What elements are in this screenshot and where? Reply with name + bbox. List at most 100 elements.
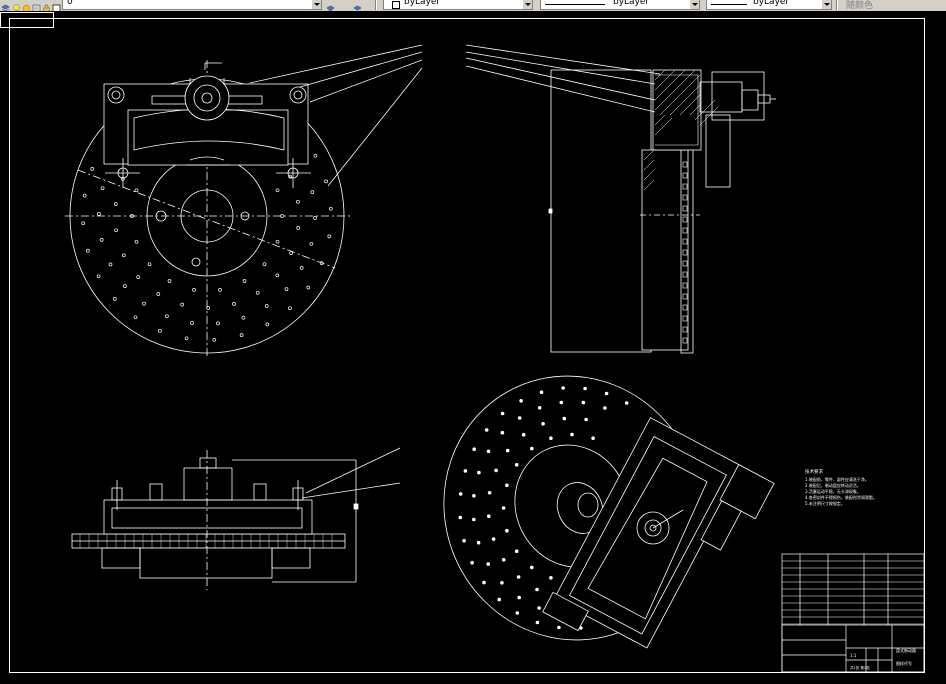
vent-hole (113, 202, 118, 206)
title-block-name: 盘式制动器 (896, 647, 916, 653)
vent-hole (133, 315, 138, 320)
vent-hole (561, 386, 565, 390)
drawing-canvas[interactable]: 技术要求 1.装配前，零件、部件应清洗干净。 2.装配后，制动盘应转动灵活。 3… (0, 11, 946, 679)
vent-hole (86, 248, 90, 253)
vent-hole (299, 266, 304, 270)
top-right-section-view (465, 44, 776, 354)
toolbar-separator (836, 0, 838, 10)
disc-side-profile (550, 69, 652, 353)
vent-hole (486, 449, 491, 454)
vent-hole (147, 262, 152, 267)
bottom-right-isometric-view (443, 375, 775, 649)
vent-hole (549, 575, 553, 580)
vent-hole (306, 285, 311, 290)
sun-freeze-icon[interactable] (22, 0, 31, 11)
vent-hole (505, 483, 509, 488)
caliper-top (103, 499, 313, 535)
toolbar-separator (375, 0, 377, 10)
vent-hole (96, 274, 101, 279)
chevron-down-icon[interactable] (312, 0, 321, 9)
layer-dropdown[interactable]: 0 (62, 0, 322, 10)
model-space-drawing[interactable]: 技术要求 1.装配前，零件、部件应清洗干净。 2.装配后，制动盘应转动灵活。 3… (0, 11, 946, 679)
lineweight-dropdown-value: byLayer (753, 0, 790, 7)
vent-hole (472, 447, 477, 452)
linetype-dropdown[interactable]: byLayer (540, 0, 700, 10)
vent-hole (284, 287, 289, 291)
vent-hole (99, 238, 104, 242)
vent-hole (591, 436, 595, 441)
vent-hole (309, 241, 314, 246)
chevron-down-icon[interactable] (523, 0, 532, 9)
vent-hole (462, 538, 466, 543)
tech-requirements-title: 技术要求 (805, 468, 823, 475)
layer-previous-icon[interactable] (353, 0, 362, 11)
vent-hole (232, 302, 236, 306)
vent-hole (517, 595, 521, 600)
viewport-freeze-icon[interactable] (32, 0, 41, 11)
vent-hole (505, 528, 509, 533)
vent-hole (500, 411, 505, 416)
vent-hole (90, 167, 95, 171)
vent-hole (472, 493, 476, 498)
tech-requirement-item: 2.装配后，制动盘应转动灵活。 (805, 482, 861, 488)
lineweight-dropdown[interactable]: byLayer (706, 0, 832, 10)
vent-hole (517, 416, 522, 420)
linetype-dropdown-value: byLayer (613, 0, 650, 7)
tech-requirement-item: 3.活塞运动平稳，无卡滞现象。 (805, 488, 861, 494)
plotstyle-dropdown-value: 随颜色 (846, 1, 874, 11)
vent-hole (541, 421, 545, 426)
layer-manager-icon[interactable] (1, 0, 10, 11)
color-dropdown[interactable]: byLayer (383, 0, 533, 10)
vent-hole (514, 462, 519, 467)
vent-hole (242, 279, 247, 283)
chevron-down-icon[interactable] (822, 0, 831, 9)
vent-hole (477, 470, 481, 475)
vent-hole (158, 328, 162, 333)
vent-hole (296, 226, 301, 230)
layer-dropdown-value: 0 (67, 0, 73, 7)
bottom-left-top-view (71, 447, 401, 590)
vent-hole (275, 239, 280, 244)
vent-hole (123, 284, 127, 288)
vent-hole (241, 315, 246, 320)
vent-hole (463, 469, 468, 473)
vent-hole (288, 306, 292, 311)
vent-hole (134, 239, 139, 244)
vent-hole (584, 417, 588, 422)
vent-hole (264, 304, 269, 308)
vent-hole (458, 515, 463, 520)
lock-icon[interactable] (42, 0, 51, 11)
vent-hole (458, 492, 463, 496)
vent-hole (519, 398, 523, 403)
vent-hole (142, 301, 146, 306)
vent-hole (529, 565, 534, 570)
vent-hole (603, 406, 607, 410)
color-dropdown-value: byLayer (404, 0, 441, 7)
vent-hole (559, 400, 564, 405)
tech-requirements-block: 技术要求 1.装配前，零件、部件应清洗干净。 2.装配后，制动盘应转动灵活。 3… (805, 468, 877, 506)
chevron-down-icon[interactable] (690, 0, 699, 9)
vent-hole (265, 322, 270, 327)
vent-hole (487, 490, 492, 495)
vent-hole (255, 290, 260, 295)
light-bulb-icon[interactable] (12, 0, 21, 11)
vent-hole (476, 540, 481, 545)
linetype-preview (545, 4, 605, 5)
top-left-front-view (65, 44, 423, 356)
vent-hole (165, 314, 169, 319)
vent-hole (537, 405, 542, 410)
vent-hole (562, 416, 567, 421)
vent-hole (624, 401, 629, 405)
vent-hole (190, 321, 194, 325)
color-swatch-icon (392, 1, 400, 9)
make-object-layer-current-icon[interactable] (326, 0, 335, 11)
vent-hole (167, 279, 172, 283)
title-block: 盘式制动器 图样代号 1:1 共1张 第1张 (781, 553, 925, 673)
vent-hole (81, 221, 86, 226)
tech-requirement-item: 1.装配前，零件、部件应清洗干净。 (805, 476, 869, 482)
tech-requirement-item: 4.各密封件不得损伤，装配时涂润滑脂。 (805, 494, 877, 500)
vent-hole (500, 430, 505, 435)
vent-hole (82, 193, 87, 198)
vent-hole (583, 386, 587, 391)
vent-hole (275, 188, 280, 193)
